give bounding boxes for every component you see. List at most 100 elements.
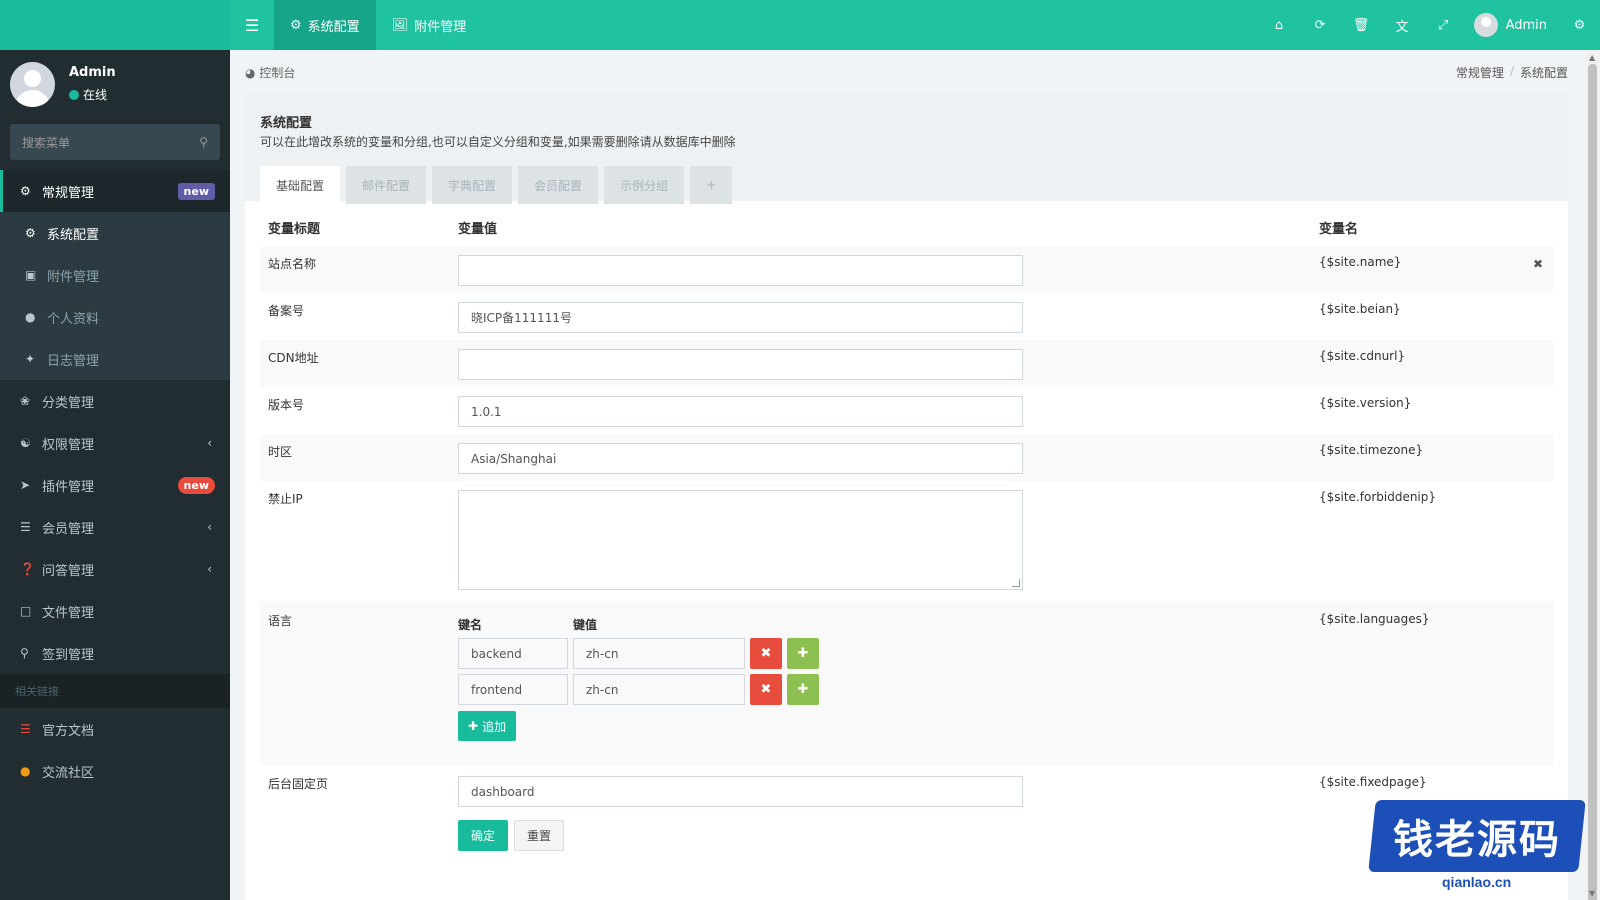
translate-icon[interactable]: 文 [1382, 0, 1423, 50]
version-input[interactable]: 1.0.1 [458, 396, 1023, 427]
sidebar-item-label: 日志管理 [47, 353, 100, 369]
submenu-general: ⚙ 系统配置 ▣ 附件管理 ● 个人资料 ✦ 日志管理 [0, 212, 230, 380]
file-image-icon: 🖼 [391, 17, 409, 33]
sidebar-item-label: 文件管理 [42, 605, 95, 621]
nav-tab-label: 系统配置 [307, 19, 360, 35]
drag-row-button[interactable]: ✚ [787, 638, 819, 669]
sidebar-item-general[interactable]: ⚙ 常规管理 new [0, 170, 230, 212]
question-icon: ❓ [20, 562, 35, 576]
sidebar-item-members[interactable]: ☰ 会员管理 ‹ [0, 506, 230, 548]
table-row: 备案号 晓ICP备111111号 {$site.beian} [260, 293, 1553, 340]
chevron-left-icon: ‹ [207, 436, 212, 450]
rocket-icon: ➤ [20, 478, 31, 492]
sidebar-item-permissions[interactable]: ☯ 权限管理 ‹ [0, 422, 230, 464]
value-input[interactable]: zh-cn [573, 674, 745, 705]
sidebar-item-label: 系统配置 [47, 227, 100, 243]
panel-description: 可以在此增改系统的变量和分组,也可以自定义分组和变量,如果需要删除请从数据库中删… [260, 135, 736, 149]
table-row: 后台固定页 dashboard {$site.fixedpage} [260, 766, 1553, 813]
form-actions: 确定 重置 [260, 816, 1553, 856]
header-title: 变量标题 [268, 222, 321, 237]
fullscreen-icon[interactable]: ⤢ [1423, 0, 1464, 50]
sidebar-item-attachments[interactable]: ▣ 附件管理 [0, 254, 230, 296]
scroll-down-icon[interactable]: ▼ [1589, 889, 1595, 898]
comment-icon: ● [20, 764, 31, 778]
sidebar-search-input[interactable]: 搜索菜单 ⚲ [10, 124, 220, 160]
group-icon: ☯ [20, 436, 31, 450]
file-image-icon: ▣ [25, 268, 37, 282]
beian-input[interactable]: 晓ICP备111111号 [458, 302, 1023, 333]
sidebar-item-logs[interactable]: ✦ 日志管理 [0, 338, 230, 380]
scroll-up-icon[interactable]: ▲ [1589, 53, 1595, 62]
home-icon[interactable]: ⌂ [1259, 0, 1300, 50]
key-input[interactable]: backend [458, 638, 568, 669]
sidebar-item-profile[interactable]: ● 个人资料 [0, 296, 230, 338]
sidebar-item-qa[interactable]: ❓ 问答管理 ‹ [0, 548, 230, 590]
tab-example[interactable]: 示例分组 [604, 166, 685, 204]
nav-tab-system-config[interactable]: ⚙ 系统配置 [274, 0, 376, 50]
tab-basic[interactable]: 基础配置 [260, 166, 341, 204]
sidebar-item-label: 分类管理 [42, 395, 95, 411]
close-icon[interactable]: ✖ [1533, 257, 1543, 271]
sidebar-item-system-config[interactable]: ⚙ 系统配置 [0, 212, 230, 254]
list-icon: ☰ [20, 722, 31, 736]
site-name-input[interactable] [458, 255, 1023, 286]
settings-icon[interactable]: ⚙ [1559, 0, 1600, 50]
refresh-icon[interactable]: ⟳ [1300, 0, 1341, 50]
sidebar-item-signin[interactable]: ⚲ 签到管理 [0, 632, 230, 674]
row-var: {$site.cdnurl} [1319, 349, 1406, 363]
trash-icon[interactable]: 🗑 [1341, 0, 1382, 50]
reset-button[interactable]: 重置 [514, 820, 565, 851]
scrollbar-thumb[interactable] [1588, 64, 1597, 900]
dashboard-link[interactable]: ◕ 控制台 [245, 64, 295, 81]
row-title: 备案号 [268, 304, 305, 318]
key-input[interactable]: frontend [458, 674, 568, 705]
sidebar: Admin 在线 搜索菜单 ⚲ ⚙ 常规管理 new ⚙ 系统配置 ▣ 附件管理… [0, 50, 230, 900]
row-title: 时区 [268, 445, 293, 459]
append-label: 追加 [482, 719, 507, 734]
scrollbar[interactable]: ▲ ▼ [1585, 50, 1600, 900]
tab-add[interactable]: + [690, 166, 733, 204]
folder-icon: □ [20, 604, 32, 618]
log-icon: ✦ [25, 352, 36, 366]
row-title: 版本号 [268, 398, 305, 412]
append-button[interactable]: ✚ 追加 [458, 711, 517, 741]
row-title: 站点名称 [268, 257, 317, 271]
sidebar-item-files[interactable]: □ 文件管理 [0, 590, 230, 632]
watermark-text: 钱老源码 [1393, 817, 1561, 863]
user-icon: ● [25, 310, 36, 324]
tab-email[interactable]: 邮件配置 [346, 166, 427, 204]
tab-dictionary[interactable]: 字典配置 [432, 166, 513, 204]
table-row: 站点名称 {$site.name} ✖ [260, 246, 1553, 293]
sidebar-item-plugins[interactable]: ➤ 插件管理 new [0, 464, 230, 506]
menu-toggle-icon[interactable]: ☰ [230, 0, 274, 50]
cdn-input[interactable] [458, 349, 1023, 380]
timezone-input[interactable]: Asia/Shanghai [458, 443, 1023, 474]
sidebar-item-category[interactable]: ❀ 分类管理 [0, 380, 230, 422]
sidebar-item-community[interactable]: ● 交流社区 [0, 750, 230, 792]
search-icon[interactable]: ⚲ [199, 135, 208, 149]
forbidden-ip-textarea[interactable] [458, 490, 1023, 590]
list-icon: ☰ [20, 520, 31, 534]
sidebar-item-docs[interactable]: ☰ 官方文档 [0, 708, 230, 750]
status-label: 在线 [83, 88, 108, 102]
drag-row-button[interactable]: ✚ [787, 674, 819, 705]
fixedpage-input[interactable]: dashboard [458, 776, 1023, 807]
remove-row-button[interactable]: ✖ [750, 674, 782, 705]
user-menu[interactable]: Admin [1464, 0, 1559, 50]
panel-heading: 系统配置 可以在此增改系统的变量和分组,也可以自定义分组和变量,如果需要删除请从… [245, 94, 1568, 204]
confirm-button[interactable]: 确定 [458, 820, 509, 851]
sidebar-item-label: 官方文档 [42, 723, 95, 739]
sidebar-item-label: 交流社区 [42, 765, 95, 781]
remove-row-button[interactable]: ✖ [750, 638, 782, 669]
header-value: 变量值 [458, 222, 498, 237]
breadcrumb-item[interactable]: 常规管理 [1456, 64, 1504, 81]
sidebar-item-label: 插件管理 [42, 479, 95, 495]
row-title: CDN地址 [268, 351, 319, 365]
chevron-left-icon: ‹ [207, 520, 212, 534]
panel-title: 系统配置 [260, 116, 313, 131]
tab-member[interactable]: 会员配置 [518, 166, 599, 204]
sidebar-item-label: 附件管理 [47, 269, 100, 285]
nav-tab-attachments[interactable]: 🖼 附件管理 [376, 0, 483, 50]
main-content: ◕ 控制台 常规管理 / 系统配置 系统配置 可以在此增改系统的变量和分组,也可… [230, 50, 1600, 900]
value-input[interactable]: zh-cn [573, 638, 745, 669]
